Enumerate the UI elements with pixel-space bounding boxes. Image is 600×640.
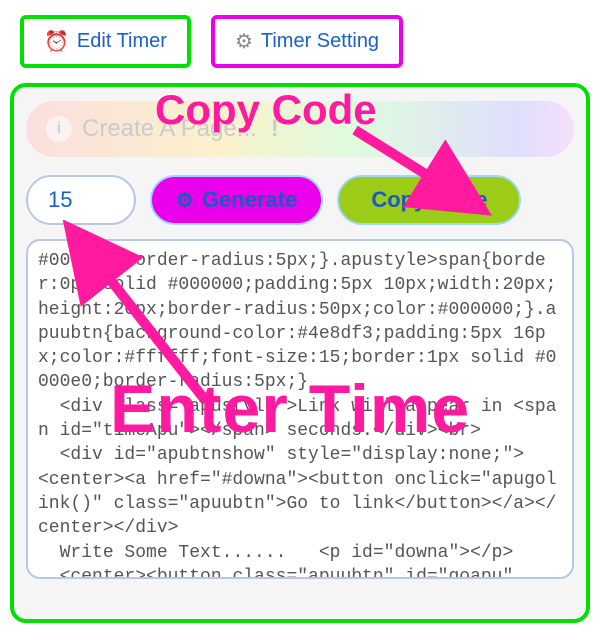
- banner-text: Create A Page...: [82, 115, 257, 143]
- banner-bang: !: [271, 115, 279, 143]
- controls-row: ⚙ Generate Copy Code: [26, 175, 574, 225]
- gear-icon: ⚙: [176, 188, 194, 213]
- timer-setting-button[interactable]: ⚙ Timer Setting: [211, 15, 403, 68]
- generate-button[interactable]: ⚙ Generate: [150, 175, 323, 225]
- timer-setting-label: Timer Setting: [261, 30, 379, 53]
- edit-timer-button[interactable]: ⏰ Edit Timer: [20, 15, 191, 68]
- info-icon: i: [46, 116, 72, 142]
- top-button-row: ⏰ Edit Timer ⚙ Timer Setting: [10, 10, 590, 83]
- main-panel: i Create A Page... ! ⚙ Generate Copy Cod…: [10, 83, 590, 623]
- copy-code-button[interactable]: Copy Code: [337, 175, 521, 225]
- alarm-clock-icon: ⏰: [44, 29, 69, 54]
- code-output-area[interactable]: #000000;border-radius:5px;}.apustyle>spa…: [26, 239, 574, 579]
- gear-icon: ⚙: [235, 29, 253, 54]
- edit-timer-label: Edit Timer: [77, 30, 167, 53]
- copy-code-label: Copy Code: [371, 187, 487, 212]
- generate-label: Generate: [202, 187, 297, 213]
- time-input[interactable]: [26, 175, 136, 225]
- create-page-banner: i Create A Page... !: [26, 101, 574, 157]
